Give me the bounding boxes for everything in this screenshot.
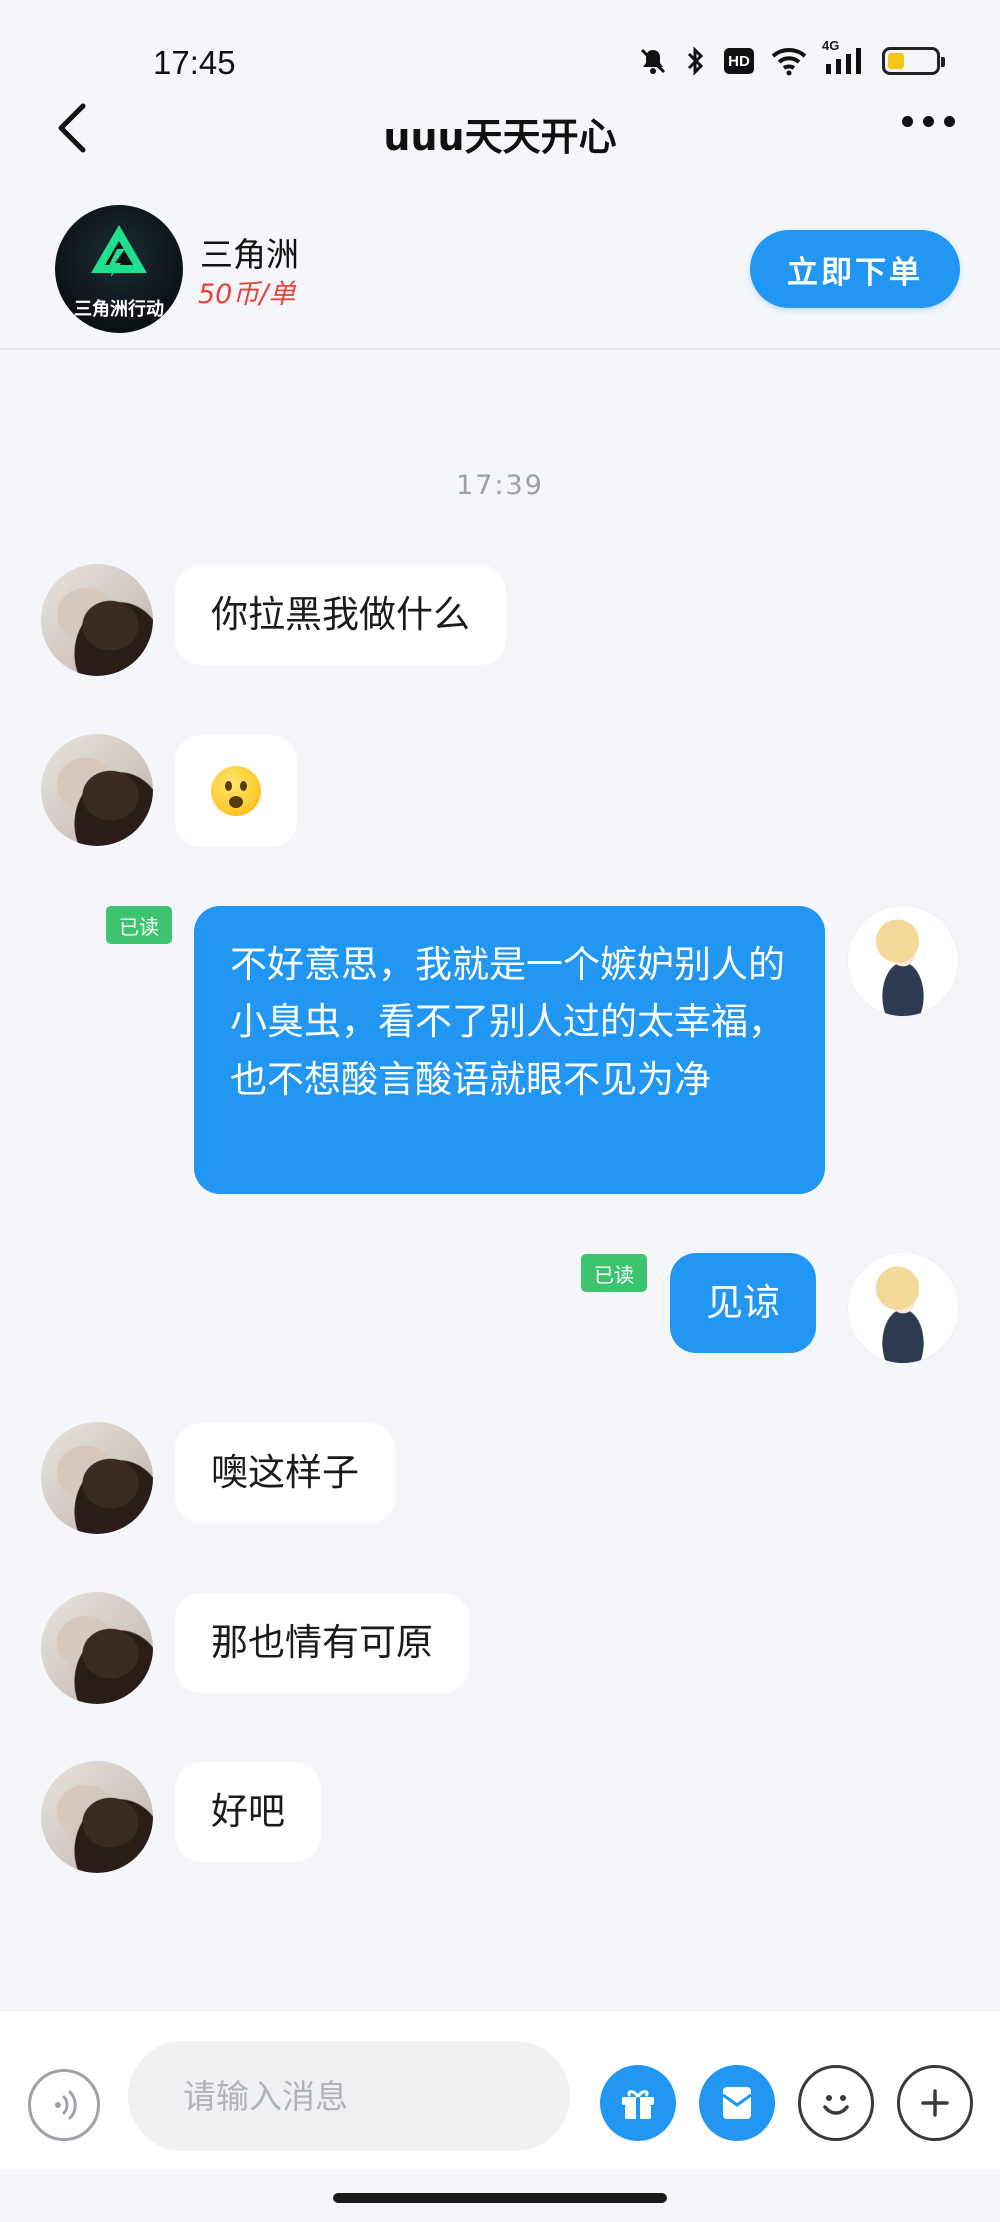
- battery-level: [888, 53, 905, 69]
- frowning-face-icon: [211, 765, 261, 816]
- chat-title: uuu天天开心: [383, 115, 617, 159]
- bluetooth-icon: [684, 46, 708, 76]
- red-packet-button[interactable]: [699, 2065, 775, 2141]
- message-bubble[interactable]: 那也情有可原: [175, 1593, 469, 1694]
- product-card: 三角洲行动 三角洲 50币/单 立即下单: [0, 190, 1000, 350]
- more-options-button[interactable]: [902, 116, 955, 127]
- message-bubble[interactable]: 你拉黑我做什么: [175, 565, 506, 666]
- triangle-logo-icon: [91, 225, 147, 277]
- envelope-icon: [722, 2087, 752, 2119]
- message-bubble[interactable]: 见谅: [670, 1253, 816, 1354]
- contact-avatar[interactable]: [41, 734, 153, 846]
- voice-wave-icon: [55, 2090, 77, 2120]
- status-icons: HD 4G: [638, 38, 945, 76]
- chat-timestamp: 17:39: [456, 470, 544, 501]
- signal-icon: 4G: [822, 38, 866, 76]
- smiley-icon: [823, 2095, 849, 2115]
- read-badge: 已读: [581, 1254, 647, 1292]
- more-actions-button[interactable]: [897, 2065, 973, 2141]
- mute-bell-icon: [638, 46, 668, 76]
- status-bar: 17:45 HD 4G: [0, 0, 1000, 100]
- contact-avatar[interactable]: [41, 1422, 153, 1534]
- self-avatar[interactable]: [847, 1252, 959, 1364]
- input-bar: [0, 2010, 1000, 2170]
- message-bubble[interactable]: 好吧: [175, 1762, 321, 1863]
- dot-icon: [902, 116, 913, 127]
- plus-icon: [921, 2089, 949, 2117]
- message-bubble[interactable]: 不好意思，我就是一个嫉妒别人的小臭虫，看不了别人过的太幸福，也不想酸言酸语就眼不…: [194, 906, 825, 1194]
- self-avatar[interactable]: [847, 905, 959, 1017]
- product-name: 三角洲: [200, 235, 299, 274]
- dot-icon: [944, 116, 955, 127]
- nav-bar: uuu天天开心: [0, 100, 1000, 159]
- status-time: 17:45: [153, 44, 236, 81]
- battery-icon: [882, 47, 945, 75]
- gift-button[interactable]: [600, 2065, 676, 2141]
- wifi-icon: [770, 46, 808, 76]
- gift-icon: [622, 2090, 654, 2119]
- message-bubble[interactable]: 噢这样子: [175, 1423, 395, 1524]
- dot-icon: [923, 116, 934, 127]
- home-indicator[interactable]: [333, 2193, 667, 2203]
- contact-avatar[interactable]: [41, 1761, 153, 1873]
- message-bubble[interactable]: [175, 735, 297, 847]
- hd-icon: HD: [724, 48, 754, 74]
- message-input[interactable]: [128, 2041, 570, 2151]
- order-now-button[interactable]: 立即下单: [750, 230, 960, 308]
- product-logo[interactable]: 三角洲行动: [55, 205, 183, 333]
- emoji-button[interactable]: [798, 2065, 874, 2141]
- logo-text: 三角洲行动: [74, 299, 164, 320]
- voice-input-button[interactable]: [28, 2069, 100, 2141]
- product-price: 50币/单: [198, 279, 296, 310]
- contact-avatar[interactable]: [41, 1592, 153, 1704]
- contact-avatar[interactable]: [41, 564, 153, 676]
- read-badge: 已读: [106, 906, 172, 944]
